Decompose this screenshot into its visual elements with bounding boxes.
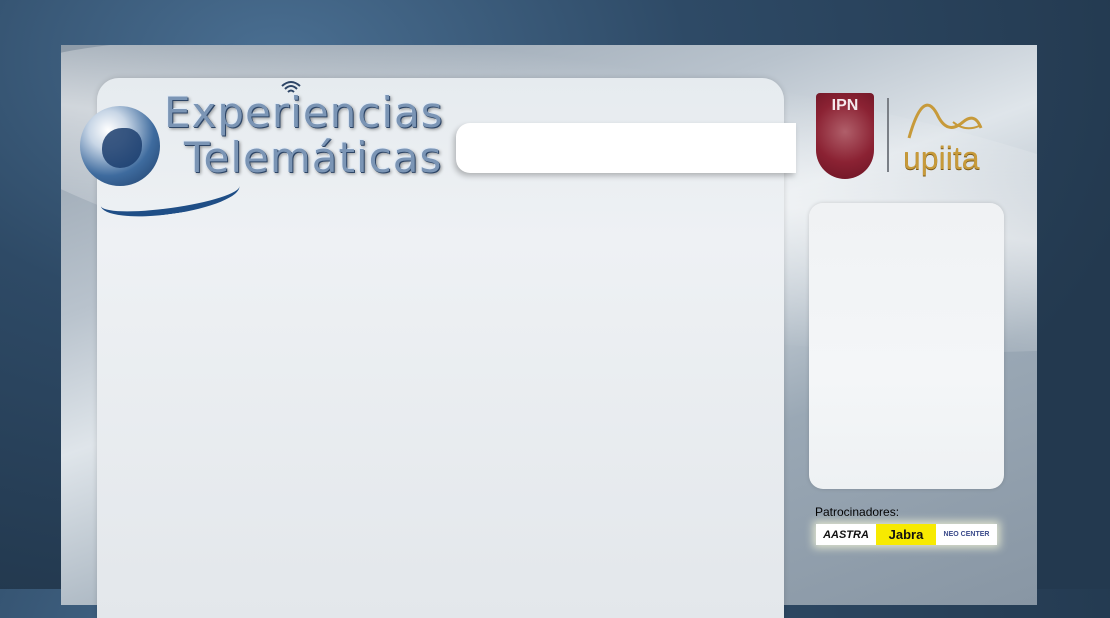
sponsor-neocenter-logo[interactable]: NEO CENTER (936, 524, 997, 545)
logo-title-line1: Experiencias (164, 88, 444, 137)
logo-divider (887, 98, 889, 172)
site-logo[interactable]: Experiencias Telemáticas (80, 78, 443, 224)
upiita-logo[interactable]: upiita (903, 140, 980, 177)
sidebar-panel (809, 203, 1004, 489)
ipn-logo[interactable]: IPN (816, 93, 874, 179)
logo-title-line2: Telemáticas (184, 133, 443, 182)
sponsors-label: Patrocinadores: (815, 505, 900, 519)
header-bar (456, 123, 796, 173)
sponsor-strip: AASTRA Jabra NEO CENTER (816, 524, 997, 545)
sponsor-aastra-logo[interactable]: AASTRA (816, 524, 876, 545)
globe-icon (80, 106, 160, 186)
upiita-mark-icon (907, 103, 983, 139)
sponsor-jabra-logo[interactable]: Jabra (876, 524, 936, 545)
